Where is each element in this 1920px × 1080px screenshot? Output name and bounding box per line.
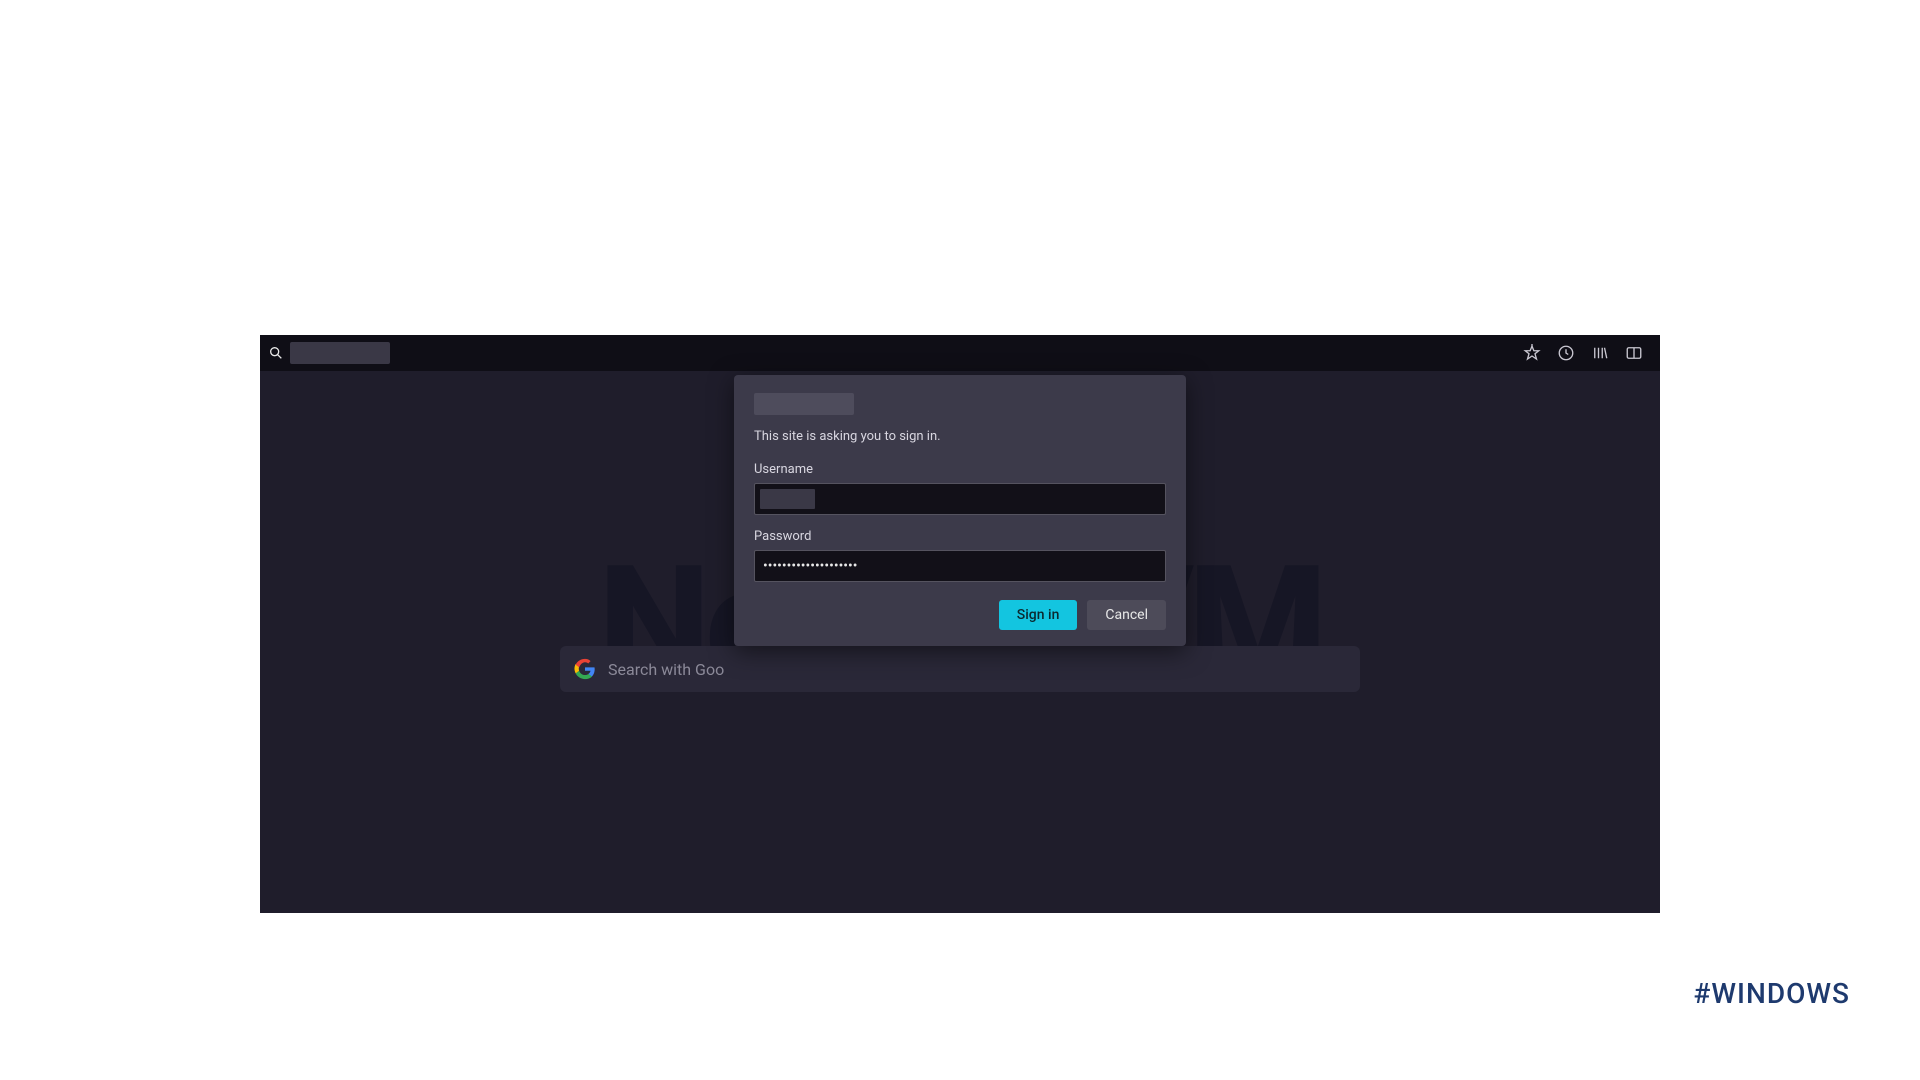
toolbar-actions [1510, 343, 1656, 363]
clock-icon[interactable] [1556, 343, 1576, 363]
browser-window: NeuronVM Search with Goo This site is as… [260, 335, 1660, 913]
url-bar-redacted[interactable] [290, 342, 390, 364]
google-logo-icon [574, 658, 596, 680]
dialog-host-redacted [754, 393, 854, 415]
url-bar[interactable] [390, 341, 1510, 365]
password-input[interactable] [754, 550, 1166, 582]
dialog-actions: Sign in Cancel [754, 600, 1166, 630]
reader-icon[interactable] [1624, 343, 1644, 363]
star-icon[interactable] [1522, 343, 1542, 363]
search-placeholder: Search with Goo [608, 660, 724, 679]
dialog-message: This site is asking you to sign in. [754, 429, 1166, 444]
password-label: Password [754, 529, 1166, 544]
homepage-search-bar[interactable]: Search with Goo [560, 646, 1360, 692]
sign-in-button[interactable]: Sign in [999, 600, 1078, 630]
cancel-button[interactable]: Cancel [1087, 600, 1166, 630]
hashtag-label: #WINDOWS [1693, 977, 1850, 1010]
library-icon[interactable] [1590, 343, 1610, 363]
username-label: Username [754, 462, 1166, 477]
username-input[interactable] [754, 483, 1166, 515]
browser-toolbar [260, 335, 1660, 371]
auth-dialog: This site is asking you to sign in. User… [734, 375, 1186, 646]
browser-content: NeuronVM Search with Goo This site is as… [260, 371, 1660, 913]
search-icon[interactable] [264, 341, 288, 365]
